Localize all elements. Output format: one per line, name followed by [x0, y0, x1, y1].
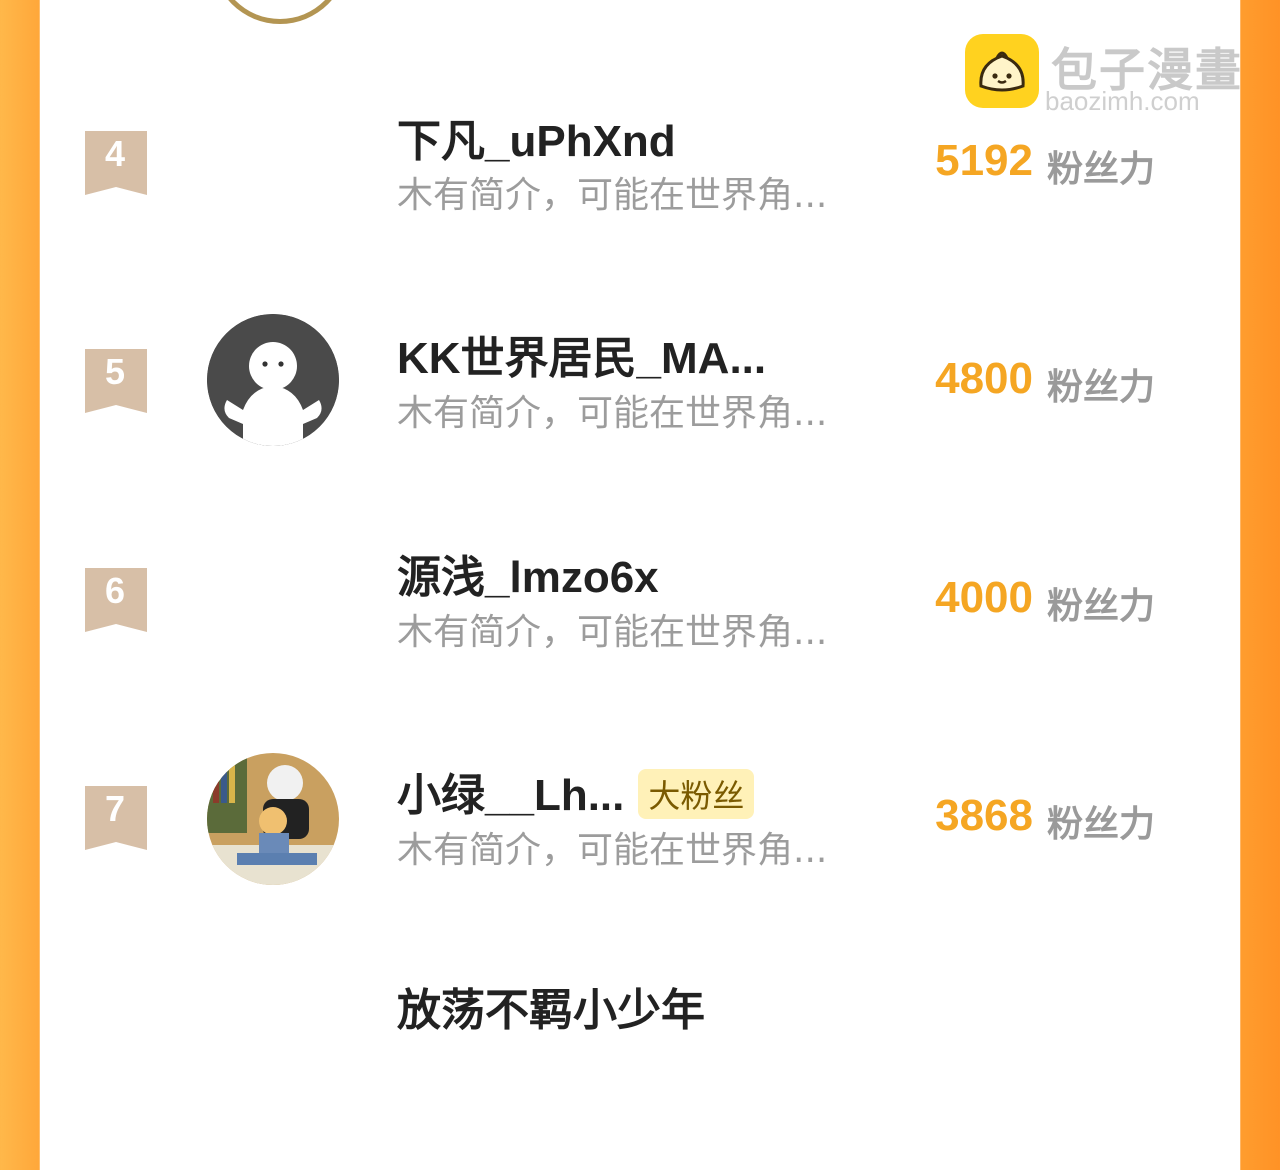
rank-number: 6: [104, 570, 126, 611]
rank-badge: 5: [85, 349, 147, 413]
score-unit: 粉丝力: [1047, 367, 1156, 408]
user-bio: 木有简介，可能在世界角...: [397, 175, 828, 216]
user-bio: 木有简介，可能在世界角...: [397, 830, 828, 871]
fan-score: 4000: [935, 573, 1033, 622]
list-item[interactable]: 5 KK世界居民_MA... 木有简介，可能在世界角... 4800 粉丝力: [0, 314, 1280, 518]
user-name[interactable]: 放荡不羁小少年: [397, 974, 705, 1038]
user-name[interactable]: 下凡_uPhXnd: [397, 105, 676, 169]
bun-logo-icon: [965, 34, 1039, 108]
user-name[interactable]: 小绿__Lh... 大粉丝: [397, 759, 755, 823]
user-name-text[interactable]: 小绿__Lh...: [397, 771, 624, 820]
fan-score: 5192: [935, 136, 1033, 185]
list-item[interactable]: 6 源浅_lmzo6x 木有简介，可能在世界角... 4000 粉丝力: [0, 537, 1280, 737]
rank-badge: 7: [85, 786, 147, 850]
big-fan-badge: 大粉丝: [638, 769, 755, 820]
list-item[interactable]: 4 下凡_uPhXnd 木有简介，可能在世界角... 5192 粉丝力: [0, 100, 1280, 300]
rank-badge: 6: [85, 568, 147, 632]
rank-number: 5: [104, 351, 126, 392]
fan-score: 4800: [935, 354, 1033, 403]
user-name[interactable]: KK世界居民_MA...: [397, 322, 766, 386]
score-unit: 粉丝力: [1047, 149, 1156, 190]
fan-score: 3868: [935, 791, 1033, 840]
rank-number: 4: [104, 133, 126, 174]
rank-number: 7: [104, 788, 126, 829]
anime-avatar-icon: [207, 753, 339, 885]
list-item[interactable]: 放荡不羁小少年: [0, 970, 1280, 1170]
rank-badge: 4: [85, 131, 147, 195]
user-name[interactable]: 源浅_lmzo6x: [397, 541, 659, 605]
user-avatar[interactable]: [207, 753, 339, 885]
score-unit: 粉丝力: [1047, 804, 1156, 845]
default-avatar[interactable]: [207, 314, 339, 446]
ghost-avatar-icon: [207, 314, 339, 446]
score-unit: 粉丝力: [1047, 586, 1156, 627]
list-item[interactable]: 7 小绿__Lh... 大粉丝 木有简介，可能在世界角... 3868 粉丝力: [0, 753, 1280, 955]
user-bio: 木有简介，可能在世界角...: [397, 393, 828, 434]
user-bio: 木有简介，可能在世界角...: [397, 612, 828, 653]
